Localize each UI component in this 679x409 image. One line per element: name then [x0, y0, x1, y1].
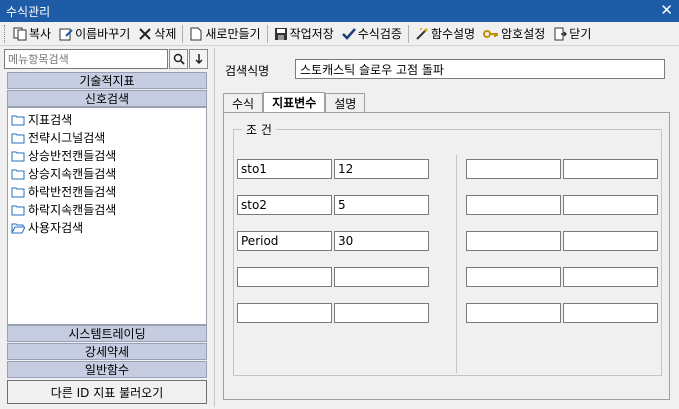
param-value-field[interactable]: 30	[334, 231, 429, 251]
param-name-field[interactable]: sto1	[237, 159, 332, 179]
tree-item-strategy-signal[interactable]: 전략시그널검색	[11, 129, 105, 146]
category-technical-indicators[interactable]: 기술적지표	[7, 72, 207, 89]
tree-item-bearish-reversal[interactable]: 하락반전캔들검색	[11, 183, 116, 200]
function-help-button[interactable]: 함수설명	[411, 24, 479, 44]
toolbar-separator	[266, 24, 268, 43]
tree-item-bearish-continuation[interactable]: 하락지속캔들검색	[11, 201, 116, 218]
magic-wand-icon	[416, 27, 428, 40]
key-icon	[483, 29, 499, 38]
folder-icon	[11, 151, 25, 161]
param-value-field[interactable]	[334, 303, 429, 323]
param-name-field[interactable]: Period	[237, 231, 332, 251]
copy-icon	[13, 27, 27, 40]
param-value-field[interactable]	[563, 231, 658, 251]
arrow-down-icon	[194, 54, 203, 65]
param-value-field[interactable]	[563, 159, 658, 179]
conditions-group: sto1 12 sto2 5 Period 30	[233, 129, 662, 376]
param-value-field[interactable]: 12	[334, 159, 429, 179]
param-name-field[interactable]	[466, 231, 561, 251]
tab-formula[interactable]: 수식	[223, 93, 264, 112]
tab-description[interactable]: 설명	[325, 93, 366, 112]
down-arrow-button[interactable]	[189, 49, 208, 69]
folder-icon	[11, 115, 25, 125]
floppy-disk-icon	[274, 27, 287, 40]
left-panel: 기술적지표 신호검색 지표검색 전략시그널검색 상승반전캔들검색 상승지속캔들검…	[2, 46, 209, 409]
toolbar-grip	[4, 24, 7, 43]
tree-item-indicator-search[interactable]: 지표검색	[11, 111, 72, 128]
param-value-field[interactable]: 5	[334, 195, 429, 215]
param-value-field[interactable]	[563, 195, 658, 215]
category-signal-search[interactable]: 신호검색	[7, 90, 207, 107]
right-panel: 검색식명 스토캐스틱 슬로우 고점 돌파 수식 지표변수 설명 sto1 12 …	[214, 48, 677, 407]
folder-icon	[11, 187, 25, 197]
verify-button[interactable]: 수식검증	[338, 24, 406, 44]
rename-button[interactable]: 이름바꾸기	[55, 24, 134, 44]
new-button[interactable]: 새로만들기	[185, 24, 264, 44]
toolbar-separator	[407, 24, 409, 43]
param-name-field[interactable]	[466, 267, 561, 287]
title-bar: 수식관리 ✕	[0, 0, 679, 22]
conditions-group-title: 조 건	[242, 121, 276, 138]
param-name-field[interactable]	[466, 195, 561, 215]
category-system-trading[interactable]: 시스템트레이딩	[7, 325, 207, 342]
close-icon[interactable]: ✕	[660, 2, 673, 18]
delete-icon	[139, 27, 152, 40]
tree-item-user-search[interactable]: 사용자검색	[11, 219, 84, 236]
tab-content: sto1 12 sto2 5 Period 30 조 건	[223, 112, 670, 400]
param-value-field[interactable]	[334, 267, 429, 287]
tree-item-bullish-reversal[interactable]: 상승반전캔들검색	[11, 147, 116, 164]
toolbar: 복사 이름바꾸기 삭제 새로만들기 작업저장 수식검증 함수설명 암호설정 닫기	[0, 22, 679, 46]
search-icon	[173, 53, 185, 65]
new-document-icon	[190, 27, 202, 40]
folder-icon	[11, 133, 25, 143]
password-button[interactable]: 암호설정	[479, 24, 549, 44]
open-folder-icon	[11, 223, 25, 233]
param-name-field[interactable]	[466, 159, 561, 179]
copy-button[interactable]: 복사	[9, 24, 55, 44]
param-value-field[interactable]	[563, 303, 658, 323]
folder-icon	[11, 205, 25, 215]
close-button[interactable]: 닫기	[549, 24, 595, 44]
category-general-functions[interactable]: 일반함수	[7, 361, 207, 378]
checkmark-icon	[341, 27, 356, 40]
search-name-label: 검색식명	[225, 64, 270, 78]
window-title: 수식관리	[6, 4, 51, 19]
toolbar-separator	[182, 24, 184, 43]
tab-indicator-variables[interactable]: 지표변수	[263, 92, 326, 112]
category-strength-weakness[interactable]: 강세약세	[7, 343, 207, 360]
search-tree: 지표검색 전략시그널검색 상승반전캔들검색 상승지속캔들검색 하락반전캔들검색 …	[7, 107, 207, 325]
tree-item-bullish-continuation[interactable]: 상승지속캔들검색	[11, 165, 116, 182]
load-other-id-button[interactable]: 다른 ID 지표 불러오기	[7, 380, 207, 404]
search-button[interactable]	[169, 49, 188, 69]
column-divider	[456, 155, 457, 373]
rename-icon	[59, 28, 73, 40]
param-value-field[interactable]	[563, 267, 658, 287]
param-name-field[interactable]: sto2	[237, 195, 332, 215]
delete-button[interactable]: 삭제	[134, 24, 180, 44]
param-name-field[interactable]	[237, 303, 332, 323]
save-button[interactable]: 작업저장	[270, 24, 338, 44]
search-name-field[interactable]: 스토캐스틱 슬로우 고점 돌파	[295, 59, 665, 79]
param-name-field[interactable]	[466, 303, 561, 323]
tab-bar: 수식 지표변수 설명	[223, 92, 366, 112]
search-row	[4, 49, 209, 69]
folder-icon	[11, 169, 25, 179]
param-name-field[interactable]	[237, 267, 332, 287]
exit-door-icon	[554, 27, 568, 40]
menu-search-input[interactable]	[4, 49, 168, 69]
